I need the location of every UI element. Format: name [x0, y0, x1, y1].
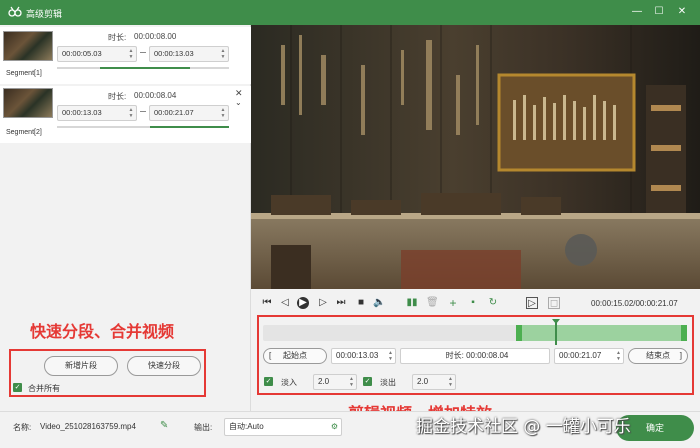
segment-range-bar	[150, 126, 229, 128]
refresh-icon[interactable]: ↻	[487, 297, 499, 309]
mark-out-icon[interactable]: ◻	[548, 297, 560, 309]
video-frame-image	[251, 25, 700, 289]
step-back-icon[interactable]: ◁	[279, 297, 291, 309]
range-separator	[140, 111, 146, 112]
spinner-icon[interactable]: ▲ ▼	[220, 48, 226, 60]
end-time-field[interactable]: 00:00:21.07 ▲ ▼	[554, 348, 624, 364]
end-time-value: 00:00:21.07	[559, 351, 602, 360]
fade-in-field[interactable]: 2.0 ▲ ▼	[313, 374, 357, 390]
close-window-icon[interactable]: ✕	[671, 4, 693, 20]
timeline-track[interactable]	[263, 319, 687, 345]
segment-item-2[interactable]: Segment[2] 时长: 00:00:08.04 00:00:13.03 ▲…	[0, 86, 251, 143]
fade-out-checkbox[interactable]: ✓	[363, 377, 372, 386]
selected-range[interactable]	[516, 325, 687, 341]
duration-value: 00:00:08.00	[134, 32, 177, 41]
quick-split-button[interactable]: 快速分段	[127, 356, 201, 376]
spinner-icon[interactable]: ▲ ▼	[388, 350, 393, 362]
segment-thumbnail	[3, 31, 53, 61]
add-icon[interactable]: +	[447, 297, 459, 309]
fade-in-label: 淡入	[281, 378, 297, 387]
segment-end-field[interactable]: 00:00:21.07 ▲ ▼	[149, 105, 229, 121]
bracket-left-icon: [	[269, 351, 272, 360]
output-label: 输出:	[194, 423, 213, 432]
start-point-button[interactable]: [ 起始点	[263, 348, 327, 364]
bracket-right-icon: ]	[679, 351, 682, 360]
end-point-label: 结束点	[646, 351, 670, 360]
start-time-field[interactable]: 00:00:13.03 ▲ ▼	[331, 348, 396, 364]
segment-end-value: 00:00:21.07	[154, 108, 194, 117]
spinner-icon[interactable]: ▲ ▼	[448, 376, 453, 388]
start-time-value: 00:00:13.03	[336, 351, 379, 360]
mark-in-icon[interactable]: ▷	[526, 297, 538, 309]
output-value: 自动:Auto	[229, 422, 264, 431]
fade-out-value: 2.0	[417, 377, 429, 386]
segment-list-pane: Segment[1] 时长: 00:00:08.00 00:00:05.03 ▲…	[0, 25, 251, 411]
fade-out-label: 淡出	[380, 378, 396, 387]
duration-label: 时长:	[108, 92, 127, 101]
play-icon[interactable]: ▶	[297, 297, 309, 309]
copy-icon[interactable]: ▪	[467, 297, 479, 309]
segment-label: Segment[1]	[6, 70, 42, 77]
playhead-marker[interactable]	[552, 319, 560, 345]
spinner-icon[interactable]: ▲ ▼	[128, 107, 134, 119]
delete-icon[interactable]: 🗑	[426, 297, 439, 309]
merge-all-label: 合并所有	[28, 384, 60, 393]
segment-thumbnail	[3, 88, 53, 118]
duration-field: 时长: 00:00:08.04	[400, 348, 550, 364]
duration-label: 时长:	[445, 351, 464, 360]
output-field[interactable]: 自动:Auto ⚙	[224, 418, 342, 436]
end-point-button[interactable]: 结束点 ]	[628, 348, 688, 364]
fade-in-checkbox[interactable]: ✓	[264, 377, 273, 386]
stop-icon[interactable]: ■	[355, 297, 367, 309]
spinner-icon[interactable]: ▲ ▼	[616, 350, 621, 362]
duration-value: 00:00:08.04	[134, 91, 177, 100]
playback-time: 00:00:15.02/00:00:21.07	[591, 299, 678, 308]
duration-value: 00:00:08.04	[466, 351, 509, 360]
segment-end-field[interactable]: 00:00:13.03 ▲ ▼	[149, 46, 229, 62]
annotation-left: 快速分段、合并视频	[30, 322, 175, 341]
app-logo-icon	[8, 6, 22, 17]
window-title: 高级剪辑	[26, 9, 63, 19]
merge-all-checkbox[interactable]: ✓	[13, 383, 22, 392]
segment-start-value: 00:00:13.03	[62, 108, 102, 117]
name-label: 名称:	[13, 423, 32, 432]
title-bar: 高级剪辑 — ☐ ✕	[0, 0, 700, 25]
edit-name-icon[interactable]: ✎	[160, 420, 168, 431]
fade-in-value: 2.0	[318, 377, 330, 386]
minimize-icon[interactable]: —	[626, 4, 648, 20]
start-point-label: 起始点	[283, 351, 307, 360]
segment-start-field[interactable]: 00:00:05.03 ▲ ▼	[57, 46, 137, 62]
split-icon[interactable]: ▮▮	[406, 297, 418, 309]
spinner-icon[interactable]: ▲ ▼	[220, 107, 226, 119]
add-segment-button[interactable]: 新增片段	[44, 356, 118, 376]
segment-end-value: 00:00:13.03	[154, 49, 194, 58]
chevron-down-icon[interactable]: ⌄	[235, 98, 242, 107]
step-forward-icon[interactable]: ▷	[317, 297, 329, 309]
watermark: 掘金技术社区 @ 一罐小可乐	[416, 417, 631, 437]
spinner-icon[interactable]: ▲ ▼	[128, 48, 134, 60]
file-name: Video_251028163759.mp4	[40, 422, 136, 431]
segment-start-field[interactable]: 00:00:13.03 ▲ ▼	[57, 105, 137, 121]
settings-gear-icon[interactable]: ⚙	[331, 419, 338, 435]
duration-label: 时长:	[108, 33, 127, 42]
video-preview[interactable]	[251, 25, 700, 289]
volume-icon[interactable]: 🔈	[373, 297, 385, 309]
range-separator	[140, 52, 146, 53]
editor-controls: ⏮ ◁ ▶ ▷ ⏭ ■ 🔈 ▮▮ 🗑 + ▪ ↻ ▷ ◻ 00:00:15.02…	[251, 289, 700, 423]
skip-to-end-icon[interactable]: ⏭	[335, 297, 347, 309]
maximize-icon[interactable]: ☐	[648, 4, 670, 20]
spinner-icon[interactable]: ▲ ▼	[349, 376, 354, 388]
fade-out-field[interactable]: 2.0 ▲ ▼	[412, 374, 456, 390]
skip-to-start-icon[interactable]: ⏮	[261, 297, 273, 309]
segment-item-1[interactable]: Segment[1] 时长: 00:00:08.00 00:00:05.03 ▲…	[0, 27, 251, 84]
segment-start-value: 00:00:05.03	[62, 49, 102, 58]
segment-range-bar	[100, 67, 190, 69]
segment-label: Segment[2]	[6, 129, 42, 136]
